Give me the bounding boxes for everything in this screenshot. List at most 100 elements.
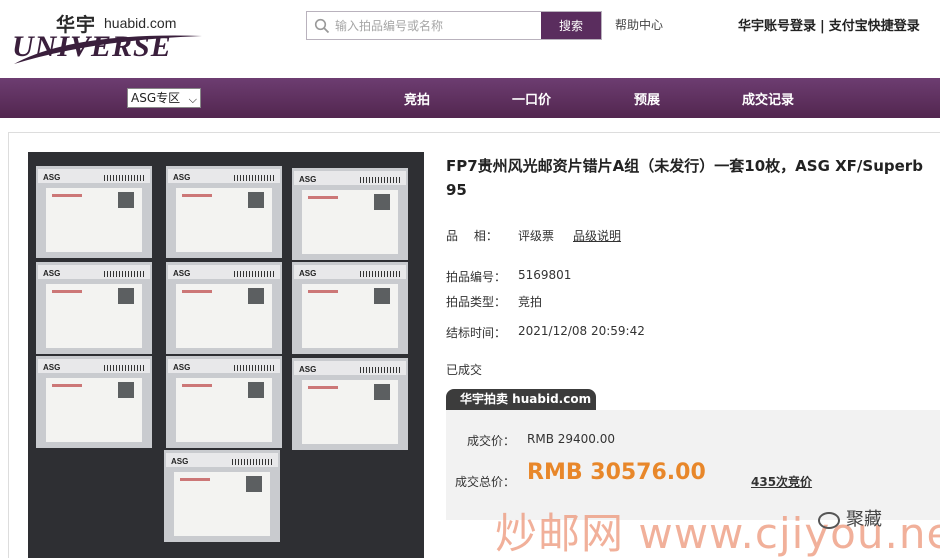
- logo-domain: huabid.com: [104, 15, 177, 31]
- stamp-image: [374, 288, 390, 304]
- brand-tab: 华宇拍卖 huabid.com: [446, 389, 596, 410]
- lot-type-label: 拍品类型：: [446, 295, 507, 309]
- barcode-icon: [104, 271, 144, 277]
- stamp-image: [374, 194, 390, 210]
- postcode-boxes: [182, 194, 212, 197]
- logo-wordmark: UNIVERSE: [12, 30, 172, 63]
- barcode-icon: [360, 177, 400, 183]
- postcode-boxes: [52, 194, 82, 197]
- grade-label: 品 相：: [446, 229, 498, 243]
- slab-label: ASG: [38, 359, 150, 373]
- help-center-link[interactable]: 帮助中心: [615, 16, 663, 33]
- postcode-boxes: [182, 290, 212, 293]
- graded-card: ASG: [166, 262, 282, 354]
- postcard: [174, 472, 270, 536]
- slab-label: ASG: [38, 265, 150, 279]
- nav-item-fixed-price[interactable]: 一口价: [512, 89, 551, 108]
- slab-label-text: ASG: [173, 363, 191, 372]
- slab-label: ASG: [294, 361, 406, 375]
- end-time-label: 结标时间：: [446, 326, 507, 340]
- search-button[interactable]: 搜索: [541, 12, 601, 39]
- site-header: 华宇 huabid.com UNIVERSE 搜索 帮助中心 华宇账号登录 | 支付…: [0, 0, 940, 78]
- graded-card: ASG: [166, 166, 282, 258]
- deal-price-label: 成交价：: [467, 434, 516, 448]
- slab-label-text: ASG: [299, 269, 317, 278]
- lot-photo[interactable]: ASG ASG ASG ASG ASG ASG ASG ASG ASG ASG: [28, 152, 424, 558]
- slab-label: ASG: [38, 169, 150, 183]
- zone-select-value: ASG专区: [131, 91, 181, 105]
- slab-label-text: ASG: [173, 173, 191, 182]
- end-time-value: 2021/12/08 20:59:42: [518, 324, 645, 338]
- postcode-boxes: [308, 386, 338, 389]
- bid-count-link[interactable]: 435次竞价: [751, 473, 812, 490]
- postcode-boxes: [182, 384, 212, 387]
- slab-label: ASG: [294, 265, 406, 279]
- stamp-image: [246, 476, 262, 492]
- wechat-watermark: 聚藏: [818, 505, 882, 531]
- nav-item-preview[interactable]: 预展: [634, 89, 660, 108]
- slab-label: ASG: [166, 453, 278, 467]
- stamp-image: [118, 382, 134, 398]
- huayu-login-link[interactable]: 华宇账号登录: [738, 19, 816, 34]
- stamp-image: [118, 288, 134, 304]
- nav-item-sold-records[interactable]: 成交记录: [742, 89, 794, 108]
- lot-number-value: 5169801: [518, 268, 572, 282]
- slab-label-text: ASG: [299, 365, 317, 374]
- postcard: [176, 188, 272, 252]
- slab-label-text: ASG: [171, 457, 189, 466]
- stamp-image: [248, 288, 264, 304]
- lot-number-label: 拍品编号：: [446, 270, 507, 284]
- graded-card: ASG: [36, 356, 152, 448]
- site-logo[interactable]: 华宇 huabid.com UNIVERSE: [12, 10, 212, 66]
- postcard: [46, 378, 142, 442]
- deal-price-value: RMB 29400.00: [527, 432, 615, 446]
- grade-explanation-link[interactable]: 品级说明: [573, 227, 621, 244]
- grade-value: 评级票: [518, 229, 555, 243]
- stamp-image: [374, 384, 390, 400]
- graded-card: ASG: [166, 356, 282, 448]
- stamp-image: [248, 382, 264, 398]
- graded-card: ASG: [36, 166, 152, 258]
- nav-item-auction[interactable]: 竞拍: [404, 89, 430, 108]
- postcode-boxes: [180, 478, 210, 481]
- wechat-icon: [818, 511, 840, 529]
- zone-select[interactable]: ASG专区 ⌵: [127, 88, 201, 108]
- search-box: 搜索: [306, 11, 602, 40]
- postcode-boxes: [52, 384, 82, 387]
- graded-card: ASG: [292, 168, 408, 260]
- graded-card: ASG: [292, 358, 408, 450]
- barcode-icon: [234, 175, 274, 181]
- graded-card: ASG: [292, 262, 408, 354]
- stamp-image: [118, 192, 134, 208]
- alipay-login-link[interactable]: 支付宝快捷登录: [829, 19, 920, 34]
- lot-type-value: 竞拍: [518, 295, 543, 309]
- slab-label: ASG: [168, 169, 280, 183]
- slab-label-text: ASG: [43, 173, 61, 182]
- stamp-image: [248, 192, 264, 208]
- login-links: 华宇账号登录 | 支付宝快捷登录: [738, 15, 920, 34]
- postcard: [46, 188, 142, 252]
- status-badge: 已成交: [446, 363, 483, 377]
- slab-label: ASG: [168, 265, 280, 279]
- main-nav: ASG专区 ⌵ 竞拍 一口价 预展 成交记录: [0, 78, 940, 118]
- barcode-icon: [104, 175, 144, 181]
- postcard: [302, 284, 398, 348]
- search-input[interactable]: [335, 12, 543, 39]
- barcode-icon: [360, 271, 400, 277]
- barcode-icon: [360, 367, 400, 373]
- slab-label-text: ASG: [43, 269, 61, 278]
- total-price-label: 成交总价：: [455, 475, 516, 489]
- postcard: [176, 284, 272, 348]
- barcode-icon: [234, 271, 274, 277]
- graded-card: ASG: [164, 450, 280, 542]
- barcode-icon: [232, 459, 272, 465]
- barcode-icon: [104, 365, 144, 371]
- postcard: [176, 378, 272, 442]
- graded-card: ASG: [36, 262, 152, 354]
- wechat-account-name: 聚藏: [846, 509, 882, 530]
- slab-label-text: ASG: [43, 363, 61, 372]
- postcode-boxes: [308, 290, 338, 293]
- postcard: [46, 284, 142, 348]
- login-separator: |: [820, 19, 825, 34]
- barcode-icon: [234, 365, 274, 371]
